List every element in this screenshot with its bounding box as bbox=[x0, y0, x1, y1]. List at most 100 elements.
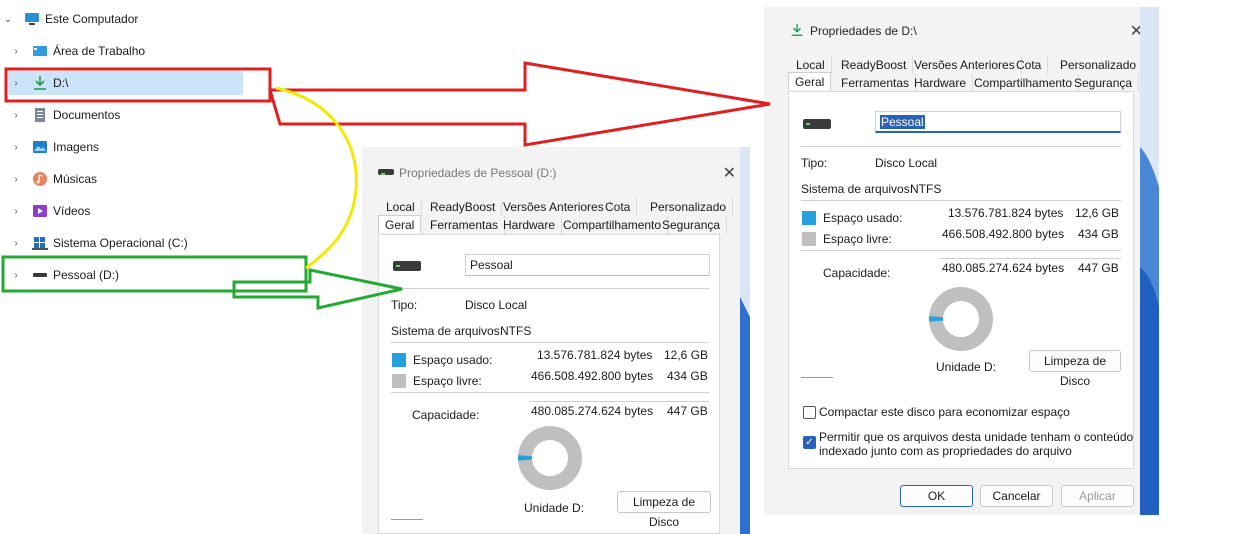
ok-button[interactable]: OK bbox=[900, 485, 973, 507]
disk-cleanup-button[interactable]: Limpeza de Disco bbox=[617, 491, 711, 529]
tree-item-label: Vídeos bbox=[53, 204, 91, 218]
tab-versoes-anteriores[interactable]: Versões Anteriores bbox=[908, 56, 1022, 74]
chevron-right-icon[interactable]: › bbox=[10, 110, 22, 121]
tree-item-documentos[interactable]: › Documentos bbox=[0, 103, 260, 127]
drive-label: Unidade D: bbox=[936, 360, 997, 374]
tree-item-sistema-operacional[interactable]: › Sistema Operacional (C:) bbox=[0, 231, 260, 255]
used-space-gb: 12,6 GB bbox=[664, 348, 709, 362]
desktop-wallpaper-strip bbox=[740, 147, 750, 534]
music-icon bbox=[33, 172, 47, 186]
capacity-label: Capacidade: bbox=[412, 408, 480, 422]
used-space-swatch bbox=[802, 211, 816, 225]
tab-hardware[interactable]: Hardware bbox=[908, 74, 974, 92]
used-space-bytes: 13.576.781.824 bytes bbox=[537, 348, 653, 362]
drive-icon bbox=[33, 273, 47, 277]
yellow-connector bbox=[275, 86, 358, 270]
windows-drive-icon bbox=[32, 237, 48, 250]
general-panel: Pessoal Tipo: Disco Local Sistema de arq… bbox=[378, 234, 720, 534]
properties-window-pessoal: Propriedades de Pessoal (D:) ✕ Local Rea… bbox=[362, 147, 750, 534]
free-space-label: Espaço livre: bbox=[413, 374, 482, 388]
tab-geral[interactable]: Geral bbox=[378, 215, 422, 233]
compress-label: Compactar este disco para economizar esp… bbox=[819, 405, 1070, 419]
drive-name-input[interactable]: Pessoal bbox=[875, 111, 1121, 133]
free-space-label: Espaço livre: bbox=[823, 232, 892, 246]
tree-item-este-computador[interactable]: ⌄ Este Computador bbox=[0, 7, 260, 31]
window-title: Propriedades de Pessoal (D:) bbox=[399, 166, 557, 180]
chevron-down-icon[interactable]: ⌄ bbox=[2, 14, 14, 25]
tab-geral[interactable]: Geral bbox=[788, 72, 832, 90]
tree-item-d-drive[interactable]: › D:\ bbox=[8, 71, 243, 95]
disk-usage-donut bbox=[518, 426, 582, 490]
used-space-gb: 12,6 GB bbox=[1075, 206, 1120, 220]
chevron-right-icon[interactable]: › bbox=[10, 46, 22, 57]
divider bbox=[391, 288, 709, 289]
chevron-right-icon[interactable]: › bbox=[10, 238, 22, 249]
drive-name-input[interactable]: Pessoal bbox=[465, 254, 710, 276]
tab-hardware[interactable]: Hardware bbox=[497, 216, 563, 234]
tree-item-label: Sistema Operacional (C:) bbox=[53, 236, 188, 250]
cancel-button[interactable]: Cancelar bbox=[980, 485, 1053, 507]
drive-name-value: Pessoal bbox=[880, 115, 925, 129]
tree-item-area-de-trabalho[interactable]: › Área de Trabalho bbox=[0, 39, 260, 63]
tab-personalizado[interactable]: Personalizado bbox=[644, 198, 734, 216]
divider bbox=[801, 377, 833, 378]
compress-checkbox[interactable] bbox=[803, 406, 816, 419]
tab-cota[interactable]: Cota bbox=[1010, 56, 1049, 74]
dialog-footer: OK Cancelar Aplicar bbox=[764, 477, 1159, 515]
divider bbox=[939, 258, 1121, 259]
tab-seguranca[interactable]: Segurança bbox=[1068, 74, 1140, 92]
general-panel: Pessoal Tipo: Disco Local Sistema de arq… bbox=[788, 91, 1134, 469]
tree-item-pessoal[interactable]: › Pessoal (D:) bbox=[0, 263, 260, 287]
tree-item-imagens[interactable]: › Imagens bbox=[0, 135, 260, 159]
index-checkbox[interactable]: ✓ bbox=[803, 436, 816, 449]
drive-icon bbox=[393, 261, 421, 271]
tab-readyboost[interactable]: ReadyBoost bbox=[424, 198, 503, 216]
tab-seguranca[interactable]: Segurança bbox=[656, 216, 728, 234]
tree-item-label: Documentos bbox=[53, 108, 121, 122]
chevron-right-icon[interactable]: › bbox=[10, 206, 22, 217]
divider bbox=[801, 250, 1121, 251]
document-icon bbox=[35, 108, 45, 122]
tab-compartilhamento[interactable]: Compartilhamento bbox=[557, 216, 669, 234]
free-space-swatch bbox=[392, 374, 406, 388]
capacity-label: Capacidade: bbox=[823, 266, 891, 280]
tab-ferramentas[interactable]: Ferramentas bbox=[835, 74, 917, 92]
tab-local[interactable]: Local bbox=[380, 198, 422, 216]
apply-button[interactable]: Aplicar bbox=[1061, 485, 1134, 507]
capacity-bytes: 480.085.274.624 bytes bbox=[531, 404, 654, 418]
filesystem-value: NTFS bbox=[500, 324, 532, 338]
image-icon bbox=[33, 141, 47, 153]
close-icon[interactable]: ✕ bbox=[723, 163, 736, 183]
tree-item-musicas[interactable]: › Músicas bbox=[0, 167, 260, 191]
filesystem-value: NTFS bbox=[910, 182, 942, 196]
free-space-gb: 434 GB bbox=[667, 369, 708, 383]
used-space-label: Espaço usado: bbox=[413, 353, 493, 367]
window-title-bar: Propriedades de D:\ ✕ bbox=[764, 7, 1159, 41]
tab-compartilhamento[interactable]: Compartilhamento bbox=[968, 74, 1080, 92]
chevron-right-icon[interactable]: › bbox=[10, 270, 22, 281]
free-space-ring bbox=[929, 287, 993, 351]
capacity-gb: 447 GB bbox=[1078, 261, 1119, 275]
tab-personalizado[interactable]: Personalizado bbox=[1054, 56, 1144, 74]
disk-usage-donut bbox=[929, 287, 993, 351]
divider bbox=[391, 342, 709, 343]
chevron-right-icon[interactable]: › bbox=[10, 174, 22, 185]
divider bbox=[529, 401, 709, 402]
drive-icon bbox=[803, 119, 831, 129]
computer-icon bbox=[25, 13, 39, 25]
tab-readyboost[interactable]: ReadyBoost bbox=[835, 56, 914, 74]
disk-cleanup-button[interactable]: Limpeza de Disco bbox=[1029, 350, 1121, 388]
tab-cota[interactable]: Cota bbox=[599, 198, 638, 216]
used-space-bytes: 13.576.781.824 bytes bbox=[948, 206, 1064, 220]
used-space-swatch bbox=[392, 353, 406, 367]
used-space-label: Espaço usado: bbox=[823, 211, 903, 225]
tab-versoes-anteriores[interactable]: Versões Anteriores bbox=[497, 198, 611, 216]
tab-ferramentas[interactable]: Ferramentas bbox=[424, 216, 506, 234]
divider bbox=[801, 146, 1121, 147]
chevron-right-icon[interactable]: › bbox=[10, 142, 22, 153]
chevron-right-icon[interactable]: › bbox=[10, 78, 22, 89]
tree-item-videos[interactable]: › Vídeos bbox=[0, 199, 260, 223]
window-title: Propriedades de D:\ bbox=[810, 24, 917, 38]
index-label-line2: indexado junto com as propriedades do ar… bbox=[819, 444, 1072, 458]
free-space-swatch bbox=[802, 232, 816, 246]
